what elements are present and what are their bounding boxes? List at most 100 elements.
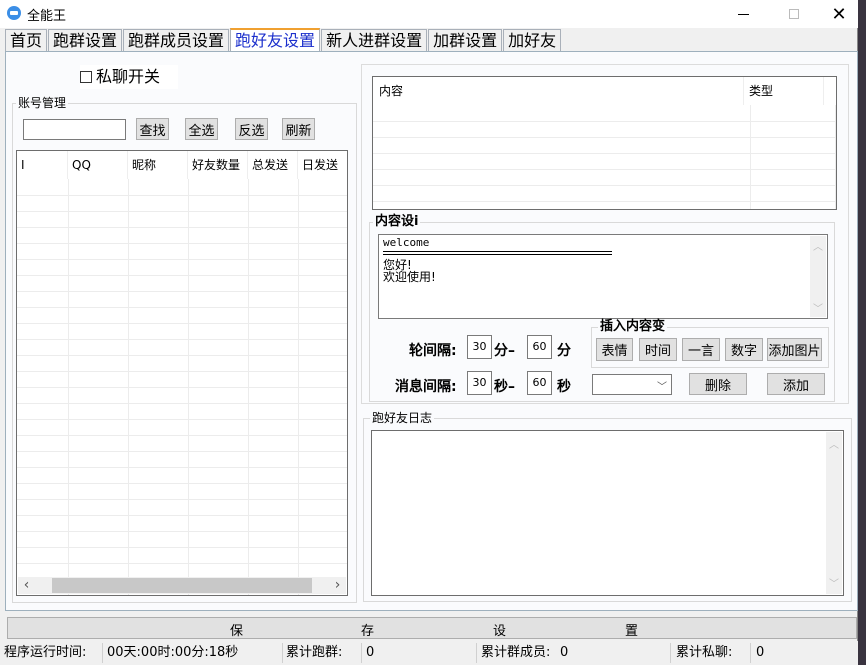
type-select[interactable]: ﹀ (592, 374, 672, 395)
account-table-gridlines (17, 151, 347, 595)
status-divider (670, 643, 671, 663)
account-search-input[interactable] (23, 119, 126, 140)
invert-selection-button[interactable]: 反选 (235, 118, 268, 140)
save-char-2: 存 (361, 624, 375, 639)
message-interval-max-input[interactable]: 60 (527, 371, 552, 395)
message-interval-unit: 秒 (557, 379, 571, 395)
close-icon: ✕ (831, 3, 847, 25)
tab-add-friend[interactable]: 加好友 (503, 29, 562, 51)
account-table-hscrollbar[interactable]: ‹ › (18, 577, 346, 594)
grid-col-line (188, 179, 189, 595)
message-interval-separator: 秒– (494, 379, 515, 395)
private-chat-toggle[interactable]: 私聊开关 (80, 65, 178, 89)
friend-run-log-legend: 跑好友日志 (370, 410, 435, 426)
minimize-button[interactable] (720, 0, 766, 28)
tab-bar: 首页 跑群设置 跑群成员设置 跑好友设置 新人进群设置 加群设置 加好友 (5, 28, 562, 51)
tab-home[interactable]: 首页 (5, 29, 48, 51)
tab-new-member-settings[interactable]: 新人进群设置 (321, 29, 428, 51)
save-char-3: 设 (493, 624, 507, 639)
content-text: welcome (383, 237, 429, 249)
message-interval-min-input[interactable]: 30 (467, 371, 492, 395)
scroll-down-icon[interactable]: ﹀ (810, 300, 826, 315)
insert-number-button[interactable]: 数字 (725, 338, 763, 361)
runtime-value: 00天:00时:00分:18秒 (107, 645, 239, 660)
column-header-qq[interactable]: QQ (68, 151, 128, 179)
content-list-table[interactable]: 内容 类型 (372, 76, 837, 210)
account-management-legend: 账号管理 (16, 95, 69, 111)
tab-join-group-settings[interactable]: 加群设置 (428, 29, 503, 51)
column-header-nickname[interactable]: 昵称 (128, 151, 188, 179)
private-label: 累计私聊: (676, 645, 733, 660)
runtime-label: 程序运行时间: (4, 645, 87, 660)
column-header-type[interactable]: 类型 (744, 77, 824, 105)
account-table[interactable]: I QQ 昵称 好友数量 总发送 日发送 ‹ › (16, 150, 348, 596)
app-icon (7, 6, 21, 20)
add-button[interactable]: 添加 (767, 373, 825, 395)
column-header-content[interactable]: 内容 (373, 77, 744, 105)
save-settings-button[interactable]: 保 存 设 置 (7, 617, 857, 639)
grid-col-line (248, 179, 249, 595)
round-interval-max-input[interactable]: 60 (527, 335, 552, 359)
scroll-up-icon[interactable]: ︿ (826, 436, 842, 451)
round-interval-min-input[interactable]: 30 (467, 335, 492, 359)
column-header-index[interactable]: I (17, 151, 68, 179)
grid-col-line (298, 179, 299, 595)
tab-group-member-settings[interactable]: 跑群成员设置 (123, 29, 230, 51)
grid-row-line (373, 153, 836, 154)
friend-run-log-textarea[interactable]: ︿ ﹀ (371, 430, 844, 596)
tab-friend-run-settings[interactable]: 跑好友设置 (230, 28, 321, 51)
status-bar: 程序运行时间: 00天:00时:00分:18秒 累计跑群: 0 累计群成员: 0… (0, 641, 858, 665)
close-button[interactable]: ✕ (816, 0, 862, 28)
scroll-left-icon[interactable]: ‹ (18, 577, 35, 594)
grid-col-line (128, 179, 129, 595)
content-table-header: 内容 类型 (373, 77, 824, 105)
tab-group-run-settings[interactable]: 跑群设置 (48, 29, 123, 51)
scroll-right-icon[interactable]: › (329, 577, 346, 594)
status-divider (750, 643, 751, 663)
double-rule-divider (383, 251, 612, 255)
column-header-friend-count[interactable]: 好友数量 (188, 151, 248, 179)
maximize-button[interactable] (771, 0, 817, 28)
scroll-down-icon[interactable]: ﹀ (826, 575, 842, 590)
content-line-welcome-use: 欢迎使用! (383, 270, 436, 284)
save-char-1: 保 (230, 624, 244, 639)
private-chat-checkbox[interactable] (80, 71, 92, 83)
window-title: 全能王 (27, 9, 67, 24)
members-value: 0 (560, 645, 569, 660)
grid-col-line (835, 105, 836, 209)
round-interval-unit: 分 (557, 343, 571, 359)
grid-row-line (373, 185, 836, 186)
grid-col-line (750, 105, 751, 209)
content-design-vscrollbar[interactable]: ︿ ﹀ (810, 236, 826, 317)
hscroll-thumb[interactable] (52, 578, 312, 593)
delete-button[interactable]: 删除 (689, 373, 747, 395)
groups-value: 0 (366, 645, 375, 660)
round-interval-separator: 分– (494, 343, 515, 359)
account-table-header: I QQ 昵称 好友数量 总发送 日发送 (17, 151, 347, 179)
search-button[interactable]: 查找 (136, 118, 169, 140)
status-divider (361, 643, 362, 663)
scroll-up-icon[interactable]: ︿ (810, 238, 826, 253)
grid-row-line (373, 137, 836, 138)
content-design-textarea[interactable]: welcome 您好! 欢迎使用! ︿ ﹀ (378, 234, 828, 319)
insert-quote-button[interactable]: 一言 (682, 338, 720, 361)
grid-col-line (68, 179, 69, 595)
column-header-total-sent[interactable]: 总发送 (248, 151, 298, 179)
select-all-button[interactable]: 全选 (185, 118, 218, 140)
insert-time-button[interactable]: 时间 (639, 338, 677, 361)
insert-variables-legend: 插入内容变 (598, 319, 668, 335)
log-vscrollbar[interactable]: ︿ ﹀ (826, 432, 842, 594)
content-line-welcome: welcome (383, 236, 430, 249)
minimize-icon (737, 13, 749, 15)
insert-image-button[interactable]: 添加图片 (767, 338, 822, 361)
chevron-down-icon: ﹀ (657, 382, 667, 393)
insert-emoji-button[interactable]: 表情 (596, 338, 633, 361)
column-header-daily-sent[interactable]: 日发送 (298, 151, 347, 179)
maximize-icon (789, 9, 799, 19)
refresh-button[interactable]: 刷新 (282, 118, 315, 140)
content-design-legend: 内容设i (373, 214, 421, 230)
status-divider (102, 643, 103, 663)
main-window: 全能王 ✕ 首页 跑群设置 跑群成员设置 跑好友设置 新人进群设置 加群设置 加… (0, 0, 858, 665)
private-value: 0 (756, 645, 765, 660)
round-interval-label: 轮间隔: (409, 343, 457, 359)
